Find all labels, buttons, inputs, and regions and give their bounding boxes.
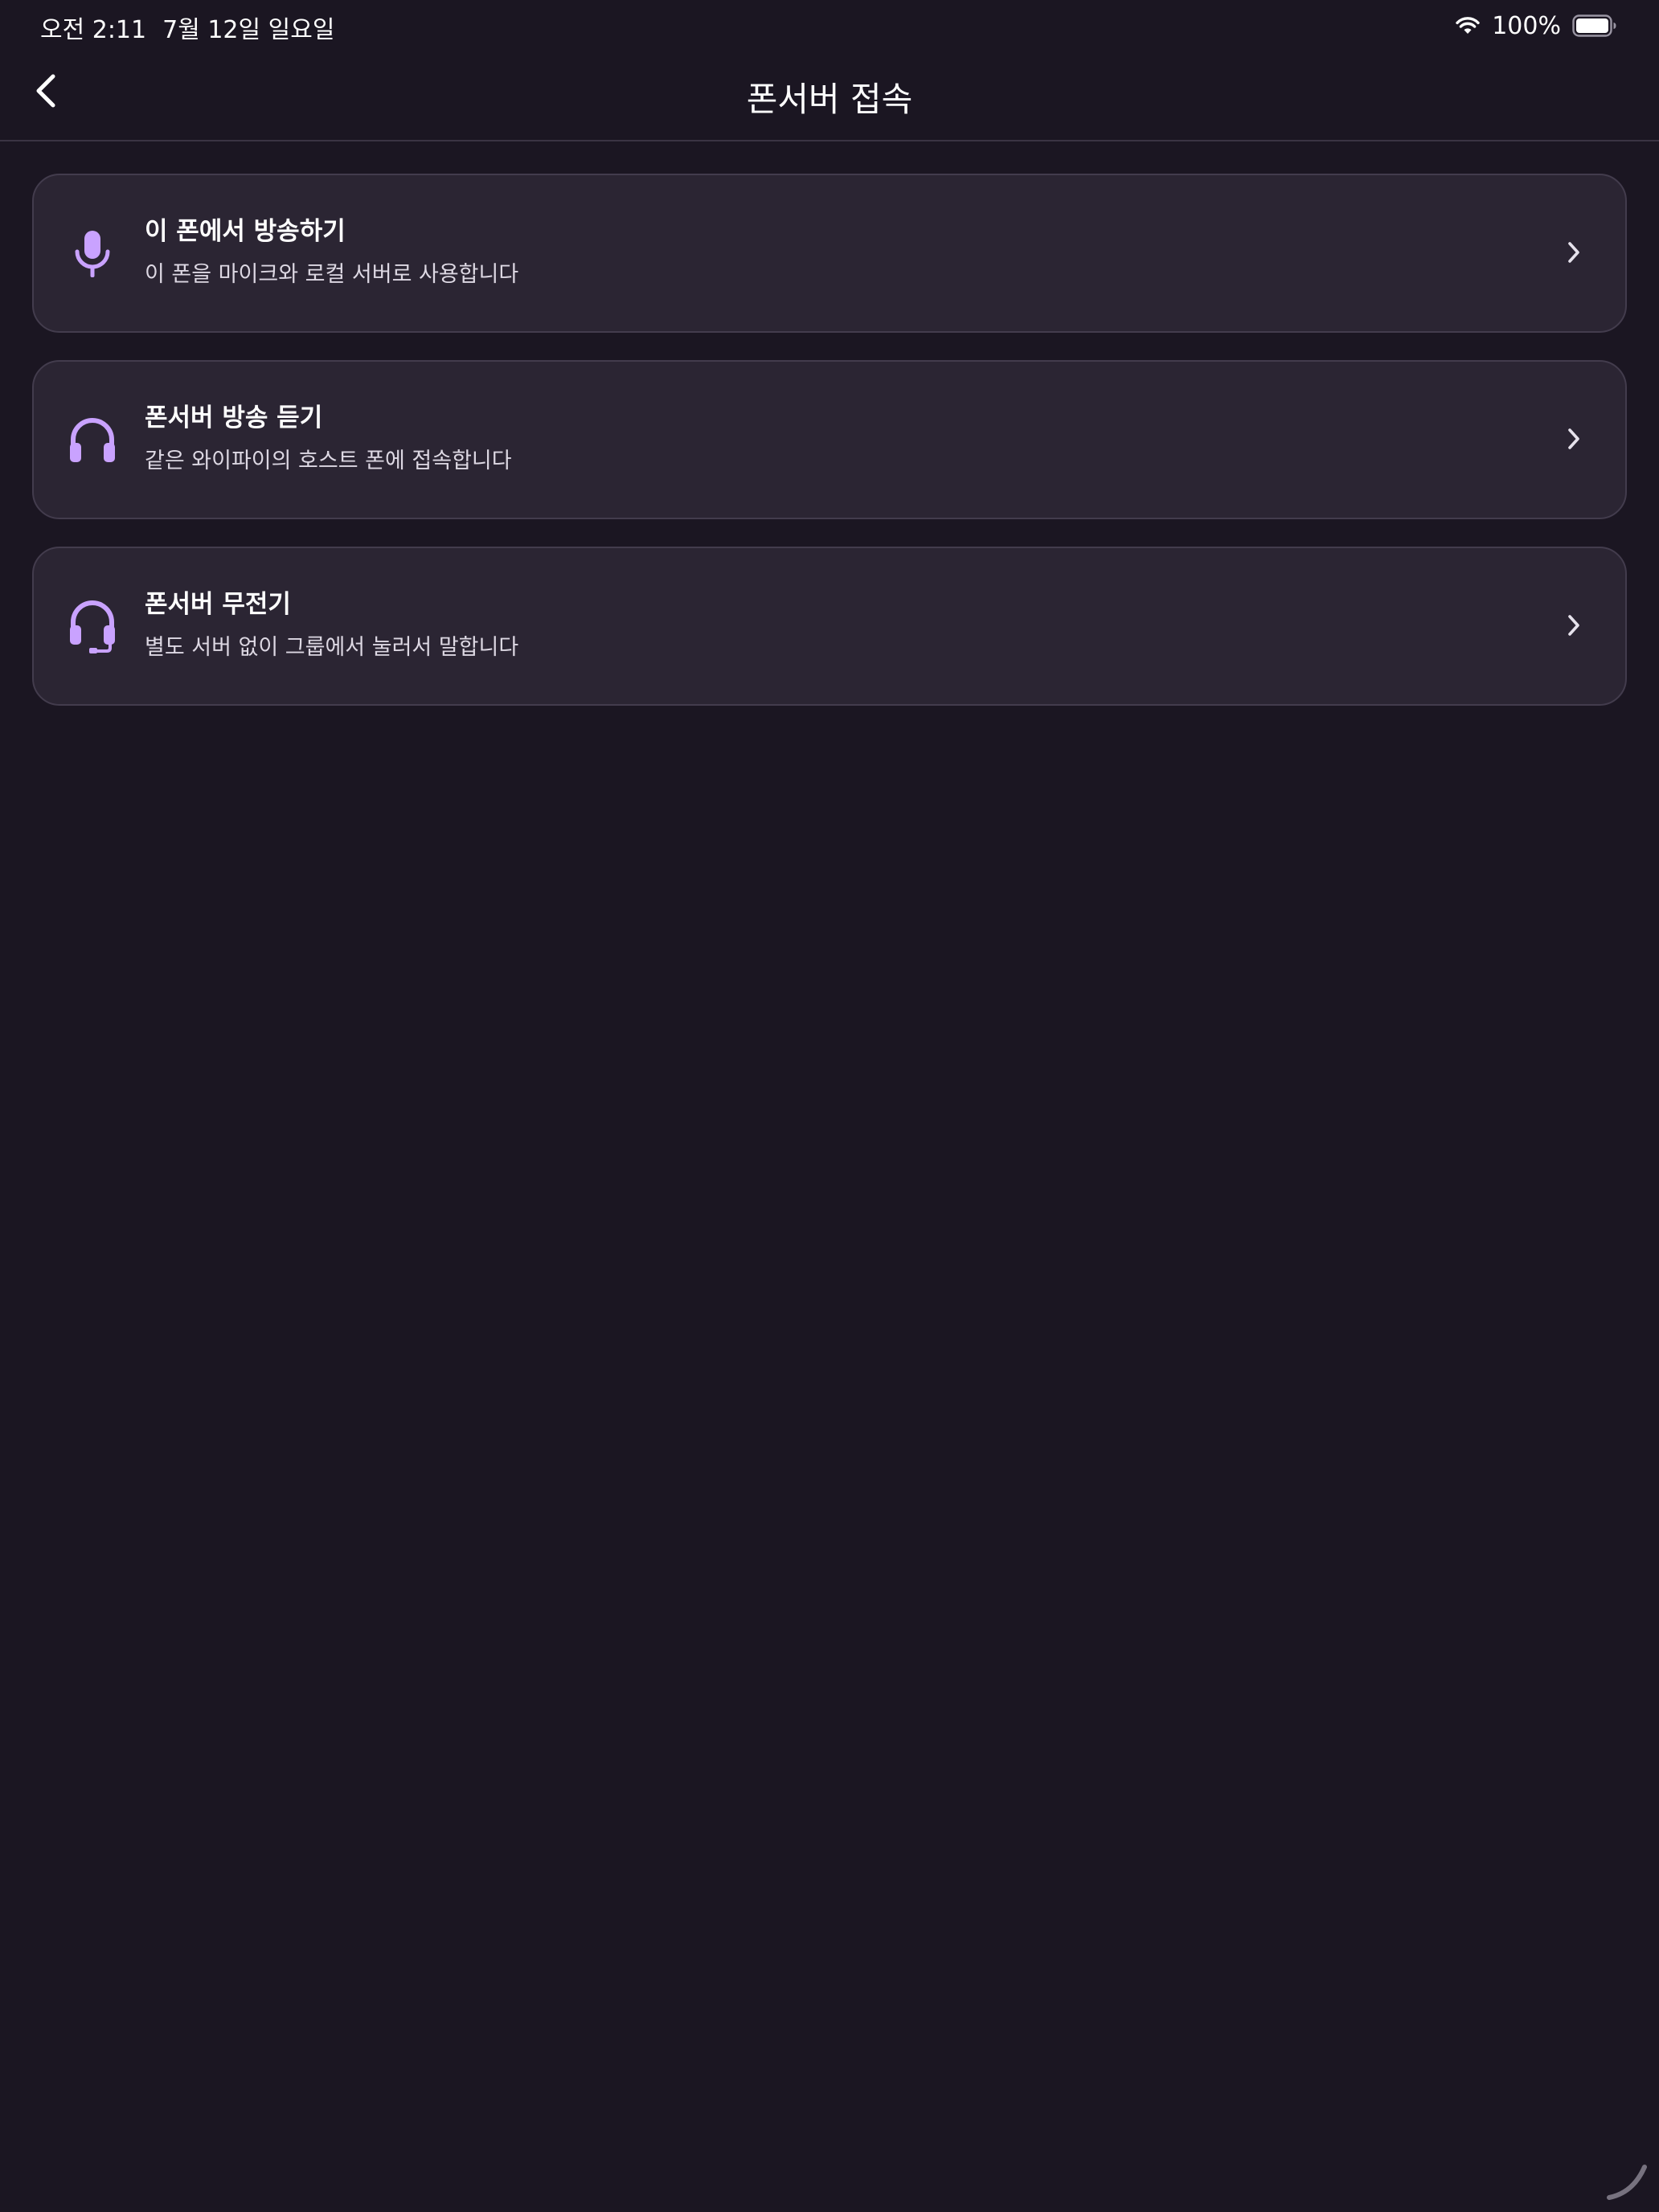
status-time: 오전 2:11 — [40, 16, 147, 44]
microphone-icon — [64, 223, 121, 285]
status-date: 7월 12일 일요일 — [162, 16, 335, 44]
wifi-icon — [1455, 15, 1481, 36]
broadcast-from-phone-card[interactable]: 이 폰에서 방송하기 이 폰을 마이크와 로컬 서버로 사용합니다 — [32, 174, 1627, 333]
scroll-indicator[interactable] — [1604, 2156, 1653, 2207]
walkie-talkie-card[interactable]: 폰서버 무전기 별도 서버 없이 그룹에서 눌러서 말합니다 — [32, 547, 1627, 706]
card-subtitle: 같은 와이파이의 호스트 폰에 접속합니다 — [145, 449, 512, 473]
status-left: 오전 2:11 7월 12일 일요일 — [40, 10, 334, 45]
headset-mic-icon — [64, 596, 121, 657]
card-title: 폰서버 방송 듣기 — [145, 403, 323, 432]
status-right: 100% — [1455, 10, 1617, 42]
nav-bar: 폰서버 접속 — [0, 51, 1659, 141]
headphones-icon — [64, 410, 121, 471]
page-title: 폰서버 접속 — [746, 80, 913, 119]
card-title: 이 폰에서 방송하기 — [145, 217, 346, 246]
card-title: 폰서버 무전기 — [145, 590, 291, 619]
option-list: 이 폰에서 방송하기 이 폰을 마이크와 로컬 서버로 사용합니다 폰서버 방송… — [32, 174, 1627, 733]
battery-percent: 100% — [1492, 11, 1561, 40]
card-text: 폰서버 방송 듣기 같은 와이파이의 호스트 폰에 접속합니다 — [145, 402, 1513, 476]
card-subtitle: 별도 서버 없이 그룹에서 눌러서 말합니다 — [145, 635, 519, 660]
chevron-right-icon — [1558, 236, 1590, 268]
chevron-right-icon — [1558, 423, 1590, 455]
chevron-right-icon — [1558, 609, 1590, 641]
listen-broadcast-card[interactable]: 폰서버 방송 듣기 같은 와이파이의 호스트 폰에 접속합니다 — [32, 360, 1627, 519]
status-bar: 오전 2:11 7월 12일 일요일 100% — [0, 0, 1659, 51]
card-text: 이 폰에서 방송하기 이 폰을 마이크와 로컬 서버로 사용합니다 — [145, 215, 1513, 289]
card-text: 폰서버 무전기 별도 서버 없이 그룹에서 눌러서 말합니다 — [145, 588, 1513, 662]
card-subtitle: 이 폰을 마이크와 로컬 서버로 사용합니다 — [145, 262, 519, 287]
battery-icon — [1572, 14, 1617, 37]
